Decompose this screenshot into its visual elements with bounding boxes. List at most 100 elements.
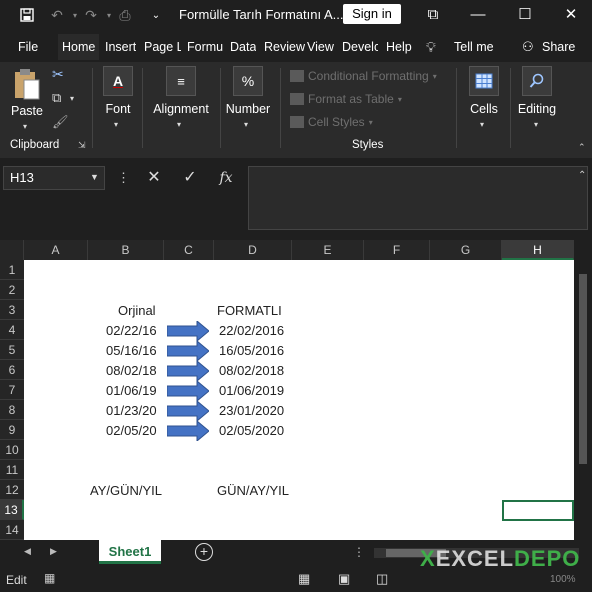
cell-b4[interactable]: 02/22/16 <box>106 323 157 338</box>
right-arrow-shape[interactable] <box>167 421 209 441</box>
minimize-button[interactable]: — <box>467 4 489 26</box>
editing-label[interactable]: Editing <box>512 102 562 116</box>
cells-label[interactable]: Cells <box>462 102 506 116</box>
cell-b12[interactable]: AY/GÜN/YIL <box>90 483 162 498</box>
conditional-formatting-button[interactable]: Conditional Formatting ▾ <box>290 69 437 83</box>
insert-function-icon[interactable]: fx <box>212 166 240 190</box>
row-header-14[interactable]: 14 <box>0 520 24 540</box>
row-header-7[interactable]: 7 <box>0 380 24 400</box>
name-box-dropdown-icon[interactable]: ▼ <box>90 172 99 182</box>
scroll-tabs-left-icon[interactable]: ◀ <box>24 546 31 557</box>
sign-in-button[interactable]: Sign in <box>343 4 401 24</box>
right-arrow-shape[interactable] <box>167 321 209 341</box>
cell-styles-button[interactable]: Cell Styles ▾ <box>290 115 373 129</box>
cells-icon[interactable] <box>469 66 499 96</box>
right-arrow-shape[interactable] <box>167 381 209 401</box>
column-header-e[interactable]: E <box>292 240 364 260</box>
zoom-level[interactable]: 100% <box>550 574 576 585</box>
cell-b3[interactable]: Orjinal <box>118 303 156 318</box>
selected-cell-h13[interactable] <box>502 500 574 521</box>
alignment-dropdown-icon[interactable]: ▾ <box>177 120 181 129</box>
editing-dropdown-icon[interactable]: ▾ <box>534 120 538 129</box>
formula-bar-options-icon[interactable]: ⋮ <box>117 170 130 186</box>
print-preview-icon[interactable]: ⎙ <box>114 4 136 26</box>
cell-d12[interactable]: GÜN/AY/YIL <box>217 483 289 498</box>
font-dropdown-icon[interactable]: ▾ <box>114 120 118 129</box>
number-dropdown-icon[interactable]: ▾ <box>244 120 248 129</box>
macro-recording-icon[interactable]: ▦ <box>44 571 55 585</box>
cut-icon[interactable]: ✂ <box>52 66 64 83</box>
column-header-h[interactable]: H <box>502 240 574 260</box>
tab-home[interactable]: Home <box>58 34 100 60</box>
worksheet-grid[interactable]: Orjinal FORMATLI 02/22/16 05/16/16 08/02… <box>24 260 574 540</box>
number-label[interactable]: Number <box>222 102 274 116</box>
copy-dropdown-icon[interactable]: ▾ <box>70 94 74 103</box>
row-header-11[interactable]: 11 <box>0 460 24 480</box>
lightbulb-icon[interactable]: 💡︎ <box>426 34 436 60</box>
row-header-12[interactable]: 12 <box>0 480 24 500</box>
tab-insert[interactable]: Insert <box>105 34 136 60</box>
tab-split-handle-icon[interactable]: ⋮ <box>353 545 365 559</box>
cell-b7[interactable]: 01/06/19 <box>106 383 157 398</box>
ribbon-display-icon[interactable]: ⧉ <box>422 4 444 26</box>
font-label[interactable]: Font <box>98 102 138 116</box>
tab-help[interactable]: Help <box>386 34 412 60</box>
cell-d8[interactable]: 23/01/2020 <box>219 403 284 418</box>
row-header-10[interactable]: 10 <box>0 440 24 460</box>
cell-b6[interactable]: 08/02/18 <box>106 363 157 378</box>
row-header-3[interactable]: 3 <box>0 300 24 320</box>
vertical-scrollbar[interactable] <box>576 260 590 540</box>
font-icon[interactable]: A <box>103 66 133 96</box>
tab-view[interactable]: View <box>307 34 334 60</box>
maximize-button[interactable]: ☐ <box>514 4 536 26</box>
format-as-table-button[interactable]: Format as Table ▾ <box>290 92 402 106</box>
page-break-view-icon[interactable]: ◫ <box>376 571 388 587</box>
alignment-icon[interactable]: ≡ <box>166 66 196 96</box>
column-header-a[interactable]: A <box>24 240 88 260</box>
cell-d5[interactable]: 16/05/2016 <box>219 343 284 358</box>
copy-icon[interactable]: ⧉ <box>52 90 61 106</box>
share-button[interactable]: Share <box>542 34 575 60</box>
row-header-2[interactable]: 2 <box>0 280 24 300</box>
cell-d9[interactable]: 02/05/2020 <box>219 423 284 438</box>
clipboard-launcher-icon[interactable]: ⇲ <box>78 140 86 151</box>
alignment-label[interactable]: Alignment <box>148 102 214 116</box>
column-header-c[interactable]: C <box>164 240 214 260</box>
row-header-9[interactable]: 9 <box>0 420 24 440</box>
cell-d4[interactable]: 22/02/2016 <box>219 323 284 338</box>
tab-page-layout[interactable]: Page L <box>144 34 181 60</box>
row-header-5[interactable]: 5 <box>0 340 24 360</box>
customize-toolbar-icon[interactable]: ⌄ <box>145 4 167 26</box>
paste-icon[interactable] <box>13 68 41 102</box>
cell-d6[interactable]: 08/02/2018 <box>219 363 284 378</box>
cell-b5[interactable]: 05/16/16 <box>106 343 157 358</box>
share-icon[interactable]: ⚇ <box>522 34 534 60</box>
right-arrow-shape[interactable] <box>167 361 209 381</box>
add-sheet-icon[interactable]: + <box>195 543 213 561</box>
sheet-tab-sheet1[interactable]: Sheet1 <box>99 540 161 564</box>
tab-developer[interactable]: Develc <box>342 34 378 60</box>
select-all-corner[interactable] <box>0 240 24 260</box>
tell-me-search[interactable]: Tell me <box>454 34 494 60</box>
right-arrow-shape[interactable] <box>167 341 209 361</box>
paste-label[interactable]: Paste <box>8 104 46 118</box>
cell-d3[interactable]: FORMATLI <box>217 303 282 318</box>
right-arrow-shape[interactable] <box>167 401 209 421</box>
row-header-8[interactable]: 8 <box>0 400 24 420</box>
collapse-formula-bar-icon[interactable]: ⌃ <box>578 170 586 181</box>
row-header-4[interactable]: 4 <box>0 320 24 340</box>
row-header-1[interactable]: 1 <box>0 260 24 280</box>
column-header-g[interactable]: G <box>430 240 502 260</box>
collapse-ribbon-icon[interactable]: ⌃ <box>578 142 586 153</box>
number-format-icon[interactable]: % <box>233 66 263 96</box>
formula-input[interactable] <box>248 166 588 230</box>
save-icon[interactable] <box>16 4 38 26</box>
normal-view-icon[interactable]: ▦ <box>298 571 310 587</box>
editing-icon[interactable] <box>522 66 552 96</box>
vertical-scroll-thumb[interactable] <box>579 274 587 464</box>
column-header-f[interactable]: F <box>364 240 430 260</box>
cell-b9[interactable]: 02/05/20 <box>106 423 157 438</box>
cancel-icon[interactable]: ✕ <box>140 166 168 190</box>
enter-icon[interactable]: ✓ <box>176 166 204 190</box>
cell-d7[interactable]: 01/06/2019 <box>219 383 284 398</box>
